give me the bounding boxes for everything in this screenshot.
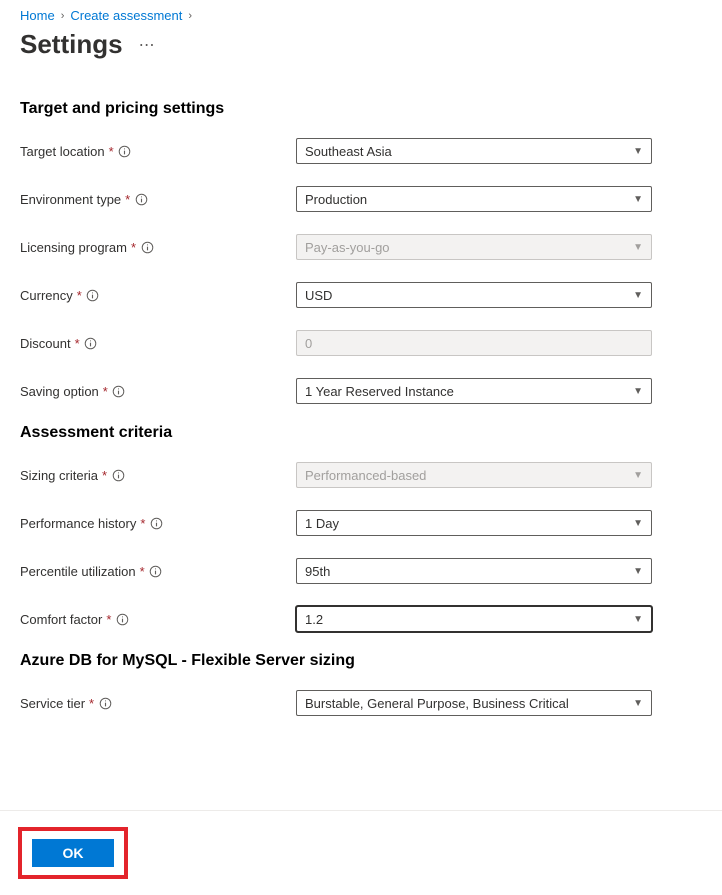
currency-value: USD	[305, 288, 332, 303]
licensing-program-select: Pay-as-you-go ▼	[296, 234, 652, 260]
required-indicator: *	[140, 564, 145, 579]
section-assessment-criteria-heading: Assessment criteria	[20, 424, 702, 442]
chevron-down-icon: ▼	[633, 518, 643, 529]
service-tier-value: Burstable, General Purpose, Business Cri…	[305, 696, 569, 711]
target-location-label: Target location	[20, 144, 105, 159]
required-indicator: *	[103, 384, 108, 399]
info-icon[interactable]	[111, 468, 125, 482]
info-icon[interactable]	[86, 288, 100, 302]
currency-select[interactable]: USD ▼	[296, 282, 652, 308]
comfort-factor-value: 1.2	[305, 612, 323, 627]
section-azure-db-sizing-heading: Azure DB for MySQL - Flexible Server siz…	[20, 652, 702, 670]
required-indicator: *	[106, 612, 111, 627]
chevron-right-icon: ›	[188, 10, 192, 22]
required-indicator: *	[109, 144, 114, 159]
info-icon[interactable]	[112, 384, 126, 398]
environment-type-value: Production	[305, 192, 367, 207]
performance-history-select[interactable]: 1 Day ▼	[296, 510, 652, 536]
required-indicator: *	[77, 288, 82, 303]
performance-history-label: Performance history	[20, 516, 136, 531]
environment-type-select[interactable]: Production ▼	[296, 186, 652, 212]
info-icon[interactable]	[140, 240, 154, 254]
required-indicator: *	[131, 240, 136, 255]
chevron-down-icon: ▼	[633, 470, 643, 481]
chevron-down-icon: ▼	[633, 698, 643, 709]
info-icon[interactable]	[118, 144, 132, 158]
licensing-program-label: Licensing program	[20, 240, 127, 255]
more-actions-icon[interactable]: ⋯	[139, 35, 157, 55]
breadcrumb-home[interactable]: Home	[20, 8, 55, 23]
info-icon[interactable]	[98, 696, 112, 710]
sizing-criteria-value: Performanced-based	[305, 468, 426, 483]
info-icon[interactable]	[115, 612, 129, 626]
section-target-pricing-heading: Target and pricing settings	[20, 100, 702, 118]
licensing-program-value: Pay-as-you-go	[305, 240, 390, 255]
percentile-utilization-label: Percentile utilization	[20, 564, 136, 579]
breadcrumb-create-assessment[interactable]: Create assessment	[70, 8, 182, 23]
chevron-down-icon: ▼	[633, 566, 643, 577]
chevron-down-icon: ▼	[633, 242, 643, 253]
page-title: Settings	[20, 29, 123, 60]
info-icon[interactable]	[149, 564, 163, 578]
chevron-right-icon: ›	[61, 10, 65, 22]
chevron-down-icon: ▼	[633, 386, 643, 397]
performance-history-value: 1 Day	[305, 516, 339, 531]
discount-input	[296, 330, 652, 356]
required-indicator: *	[140, 516, 145, 531]
breadcrumb: Home › Create assessment ›	[20, 8, 702, 23]
percentile-utilization-select[interactable]: 95th ▼	[296, 558, 652, 584]
chevron-down-icon: ▼	[633, 290, 643, 301]
required-indicator: *	[75, 336, 80, 351]
chevron-down-icon: ▼	[633, 614, 643, 625]
discount-label: Discount	[20, 336, 71, 351]
required-indicator: *	[125, 192, 130, 207]
target-location-select[interactable]: Southeast Asia ▼	[296, 138, 652, 164]
sizing-criteria-select: Performanced-based ▼	[296, 462, 652, 488]
service-tier-select[interactable]: Burstable, General Purpose, Business Cri…	[296, 690, 652, 716]
footer-bar: OK	[0, 810, 722, 895]
saving-option-select[interactable]: 1 Year Reserved Instance ▼	[296, 378, 652, 404]
target-location-value: Southeast Asia	[305, 144, 392, 159]
saving-option-value: 1 Year Reserved Instance	[305, 384, 454, 399]
info-icon[interactable]	[134, 192, 148, 206]
required-indicator: *	[89, 696, 94, 711]
environment-type-label: Environment type	[20, 192, 121, 207]
sizing-criteria-label: Sizing criteria	[20, 468, 98, 483]
required-indicator: *	[102, 468, 107, 483]
saving-option-label: Saving option	[20, 384, 99, 399]
comfort-factor-label: Comfort factor	[20, 612, 102, 627]
info-icon[interactable]	[149, 516, 163, 530]
service-tier-label: Service tier	[20, 696, 85, 711]
chevron-down-icon: ▼	[633, 146, 643, 157]
comfort-factor-select[interactable]: 1.2 ▼	[296, 606, 652, 632]
ok-button[interactable]: OK	[32, 839, 114, 867]
percentile-utilization-value: 95th	[305, 564, 330, 579]
info-icon[interactable]	[84, 336, 98, 350]
highlight-annotation: OK	[18, 827, 128, 879]
chevron-down-icon: ▼	[633, 194, 643, 205]
currency-label: Currency	[20, 288, 73, 303]
